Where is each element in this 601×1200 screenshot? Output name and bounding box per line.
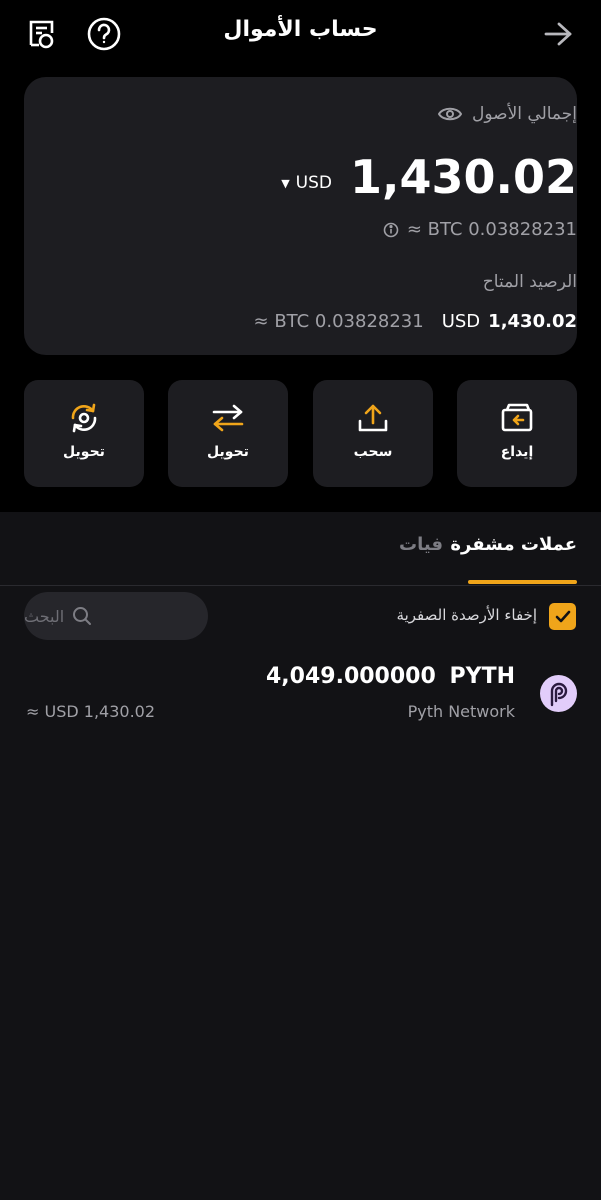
total-balance-amount: 1,430.02 [350,150,577,204]
eye-icon[interactable] [438,105,463,123]
pyth-logo-icon [540,675,577,712]
available-balance-label: الرصيد المتاح [482,272,577,292]
deposit-icon [500,400,534,436]
hide-zero-checkbox[interactable] [549,603,576,630]
btc-equivalent: BTC 0.03828231 ≈ [406,219,577,240]
convert-label: تحويل [63,444,105,460]
asset-name: Pyth Network [407,702,515,721]
action-buttons: إيداع سحب تحويل تحويل [24,380,577,487]
available-btc: BTC 0.03828231 ≈ [253,311,424,332]
info-icon[interactable] [383,222,399,238]
asset-tabs: عملات مشفرة فيات [0,512,601,586]
convert-icon [67,400,101,436]
transaction-history-icon[interactable] [22,14,62,54]
total-assets-label: إجمالي الأصول [472,104,577,124]
tab-fiat[interactable]: فيات [399,534,443,555]
asset-amount: 4,049.000000 [266,664,436,689]
deposit-button[interactable]: إيداع [457,380,577,487]
btc-equivalent-row: BTC 0.03828231 ≈ [383,219,577,240]
currency-selector[interactable]: ▼ USD [281,161,332,193]
transfer-label: تحويل [207,444,249,460]
tab-crypto[interactable]: عملات مشفرة [450,534,577,555]
active-tab-indicator [468,580,577,584]
convert-button[interactable]: تحويل [24,380,144,487]
hide-zero-label[interactable]: إخفاء الأرصدة الصفرية [397,606,537,624]
available-balance-label-row: الرصيد المتاح [483,272,577,292]
available-usd: USD 1,430.02 [442,311,577,332]
asset-usd-value: USD 1,430.02 ≈ [26,702,156,721]
back-arrow-icon[interactable] [538,14,578,54]
currency-label: USD [295,173,332,193]
app-header: حساب الأموال [0,0,601,70]
check-icon [555,610,570,622]
search-placeholder: البحث [24,606,65,626]
search-icon [72,606,92,626]
available-usd-currency: USD [441,311,481,332]
total-balance-row: 1,430.02 ▼ USD [281,150,577,204]
transfer-button[interactable]: تحويل [168,380,288,487]
search-input[interactable]: البحث [24,592,208,640]
asset-symbol: PYTH [449,664,515,689]
page-title: حساب الأموال [223,17,378,42]
total-assets-row: إجمالي الأصول [438,104,577,124]
available-balance-row: USD 1,430.02 BTC 0.03828231 ≈ [254,311,577,332]
caret-down-icon: ▼ [281,176,290,190]
deposit-label: إيداع [500,444,534,460]
available-usd-amount: 1,430.02 [488,311,577,332]
withdraw-button[interactable]: سحب [313,380,433,487]
transfer-icon [211,400,245,436]
withdraw-label: سحب [353,444,393,460]
help-icon[interactable] [84,14,124,54]
withdraw-icon [356,400,390,436]
